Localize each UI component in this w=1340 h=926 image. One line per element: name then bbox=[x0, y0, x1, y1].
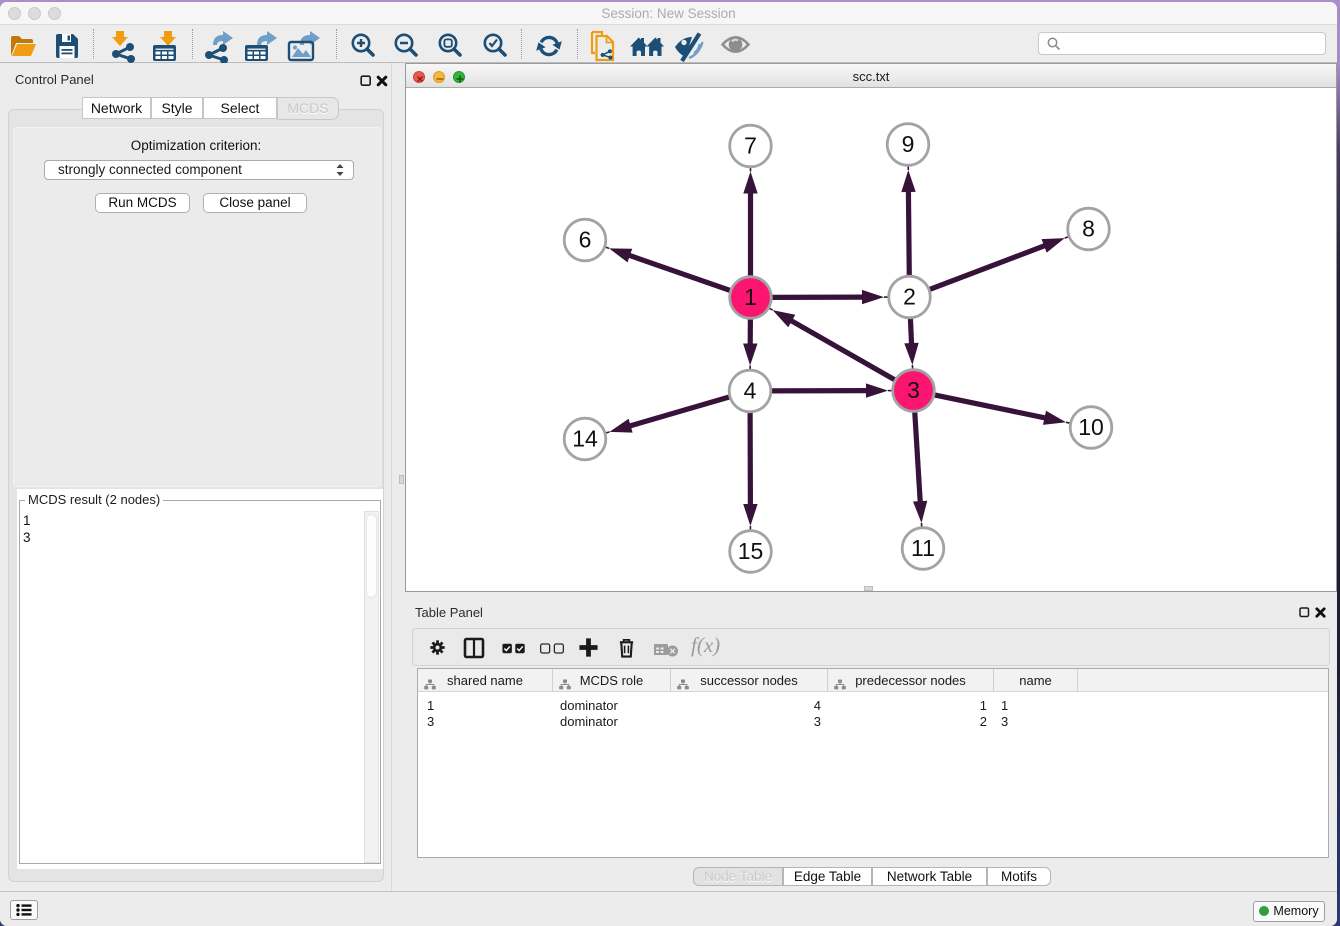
svg-text:2: 2 bbox=[903, 284, 916, 310]
svg-text:15: 15 bbox=[738, 538, 764, 564]
svg-text:8: 8 bbox=[1082, 216, 1095, 242]
svg-text:6: 6 bbox=[579, 227, 592, 253]
svg-text:1: 1 bbox=[744, 284, 757, 310]
svg-text:11: 11 bbox=[911, 535, 935, 561]
svg-text:14: 14 bbox=[572, 426, 598, 452]
svg-text:3: 3 bbox=[907, 377, 920, 403]
svg-text:4: 4 bbox=[744, 378, 757, 404]
svg-text:9: 9 bbox=[902, 131, 915, 157]
svg-text:10: 10 bbox=[1078, 414, 1104, 440]
svg-text:7: 7 bbox=[744, 133, 757, 159]
